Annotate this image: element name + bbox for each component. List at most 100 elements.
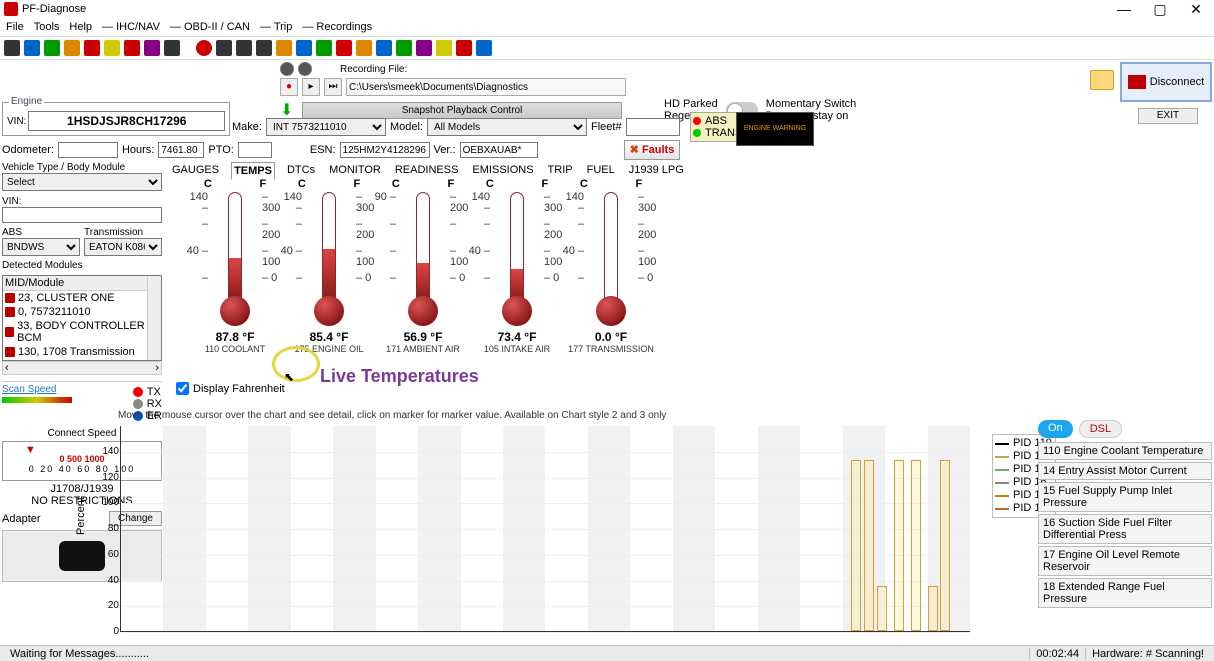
menu-obdii-can[interactable]: — OBD-II / CAN <box>170 21 250 33</box>
toolbar-icon[interactable] <box>124 40 140 56</box>
toolbar-icon[interactable] <box>316 40 332 56</box>
snapshot-playback-button[interactable]: Snapshot Playback Control <box>302 102 622 119</box>
step-button[interactable]: ⏭ <box>324 78 342 96</box>
make-select[interactable]: INT 7573211010 <box>266 118 386 136</box>
record-icon[interactable] <box>196 40 212 56</box>
dash-warning-display: ENGINE WARNING <box>736 112 814 146</box>
truck-icon <box>1128 75 1146 89</box>
model-label: Model: <box>390 121 423 133</box>
toolbar-icon[interactable] <box>396 40 412 56</box>
toolbar-icon[interactable] <box>416 40 432 56</box>
thermometer: CF 140 – –40 – – – 300– 200– 100– 0 0.0 … <box>556 178 666 354</box>
folder-button[interactable] <box>1090 70 1114 90</box>
dsl-toggle[interactable]: DSL <box>1079 420 1122 438</box>
hours-input[interactable] <box>158 142 204 158</box>
toolbar-icon[interactable] <box>144 40 160 56</box>
abs-select[interactable]: BNDWS <box>2 238 80 256</box>
param-item[interactable]: 16 Suction Side Fuel Filter Differential… <box>1038 514 1212 544</box>
status-left: Waiting for Messages........... <box>4 648 155 660</box>
detected-modules-list[interactable]: MID/Module 23, CLUSTER ONE 0, 7573211010… <box>2 275 162 361</box>
odometer-input[interactable] <box>58 142 118 158</box>
toolbar-icon[interactable] <box>24 40 40 56</box>
abs-led-icon <box>693 117 701 125</box>
maximize-button[interactable]: ▢ <box>1142 0 1178 18</box>
toolbar <box>0 36 1214 60</box>
statusbar: Waiting for Messages........... 00:02:44… <box>0 645 1214 661</box>
toolbar-icon[interactable] <box>476 40 492 56</box>
toolbar-icon[interactable] <box>456 40 472 56</box>
menu-help[interactable]: Help <box>69 21 92 33</box>
menu-recordings[interactable]: — Recordings <box>302 21 372 33</box>
menu-tools[interactable]: Tools <box>34 21 60 33</box>
thermo-caption: 177 TRANSMISSION <box>556 344 666 354</box>
display-f-check[interactable] <box>176 382 189 395</box>
fleet-label: Fleet# <box>591 121 622 133</box>
disconnect-button[interactable]: Disconnect <box>1120 62 1212 102</box>
vin-input[interactable] <box>28 111 225 131</box>
play-button[interactable]: ▸ <box>302 78 320 96</box>
chart[interactable]: Percent 020406080100120140 <box>120 426 970 632</box>
faults-button[interactable]: Faults <box>624 140 680 160</box>
module-item[interactable]: 130, 1708 Transmission <box>3 345 161 359</box>
window-title: PF-Diagnose <box>22 3 86 15</box>
toolbar-icon[interactable] <box>164 40 180 56</box>
play-icon[interactable] <box>216 40 232 56</box>
module-item[interactable]: 33, BODY CONTROLLER BCM <box>3 319 161 345</box>
h-scrollbar[interactable] <box>2 361 162 375</box>
param-item[interactable]: 15 Fuel Supply Pump Inlet Pressure <box>1038 482 1212 512</box>
menubar: File Tools Help — IHC/NAV — OBD-II / CAN… <box>0 18 1214 36</box>
live-temperatures-label: Live Temperatures <box>320 366 479 387</box>
sidebar-vin-input[interactable] <box>2 207 162 223</box>
minimize-button[interactable]: — <box>1106 0 1142 18</box>
pause-icon[interactable] <box>256 40 272 56</box>
menu-trip[interactable]: — Trip <box>260 21 292 33</box>
module-item[interactable]: 0, 7573211010 <box>3 305 161 319</box>
scrollbar[interactable] <box>147 276 161 360</box>
thermo-value: 0.0 °F <box>556 330 666 344</box>
param-item[interactable]: 17 Engine Oil Level Remote Reservoir <box>1038 546 1212 576</box>
right-panel: On DSL 110 Engine Coolant Temperature 14 … <box>1038 420 1212 610</box>
exit-button[interactable]: EXIT <box>1138 108 1198 124</box>
download-icon[interactable] <box>280 100 300 120</box>
esn-input[interactable] <box>340 142 430 158</box>
param-item[interactable]: 18 Extended Range Fuel Pressure <box>1038 578 1212 608</box>
on-toggle[interactable]: On <box>1038 420 1073 438</box>
pto-input[interactable] <box>238 142 272 158</box>
status-time: 00:02:44 <box>1029 648 1085 660</box>
recording-path-input[interactable] <box>346 78 626 96</box>
toolbar-icon[interactable] <box>296 40 312 56</box>
tx-led-icon <box>133 387 143 397</box>
fleet-input[interactable] <box>626 118 680 136</box>
display-fahrenheit-checkbox[interactable]: Display Fahrenheit <box>176 382 285 395</box>
module-icon <box>5 327 14 337</box>
menu-ihc-nav[interactable]: — IHC/NAV <box>102 21 160 33</box>
toolbar-icon[interactable] <box>336 40 352 56</box>
toolbar-icon[interactable] <box>276 40 292 56</box>
param-item[interactable]: 110 Engine Coolant Temperature <box>1038 442 1212 460</box>
scan-speed-label: Scan Speed <box>2 384 72 395</box>
vehicle-type-label: Vehicle Type / Body Module <box>2 162 162 173</box>
toolbar-icon[interactable] <box>376 40 392 56</box>
record-button[interactable]: ● <box>280 78 298 96</box>
ver-input[interactable] <box>460 142 538 158</box>
stop-icon[interactable] <box>236 40 252 56</box>
record-led[interactable] <box>298 62 312 76</box>
toolbar-icon[interactable] <box>84 40 100 56</box>
toolbar-icon[interactable] <box>64 40 80 56</box>
toolbar-icon[interactable] <box>104 40 120 56</box>
toolbar-icon[interactable] <box>356 40 372 56</box>
menu-file[interactable]: File <box>6 21 24 33</box>
transmission-select[interactable]: EATON K086696 <box>84 238 162 256</box>
model-select[interactable]: All Models <box>427 118 587 136</box>
toolbar-icon[interactable] <box>44 40 60 56</box>
vehicle-type-select[interactable]: Select <box>2 173 162 191</box>
module-item[interactable]: 23, CLUSTER ONE <box>3 291 161 305</box>
toolbar-icon[interactable] <box>436 40 452 56</box>
close-button[interactable]: ✕ <box>1178 0 1214 18</box>
module-icon <box>5 347 15 357</box>
toolbar-icon[interactable] <box>4 40 20 56</box>
chart-hint: Move the mouse cursor over the chart and… <box>118 410 666 421</box>
param-item[interactable]: 14 Entry Assist Motor Current <box>1038 462 1212 480</box>
status-hardware: Hardware: # Scanning! <box>1085 648 1210 660</box>
record-led[interactable] <box>280 62 294 76</box>
